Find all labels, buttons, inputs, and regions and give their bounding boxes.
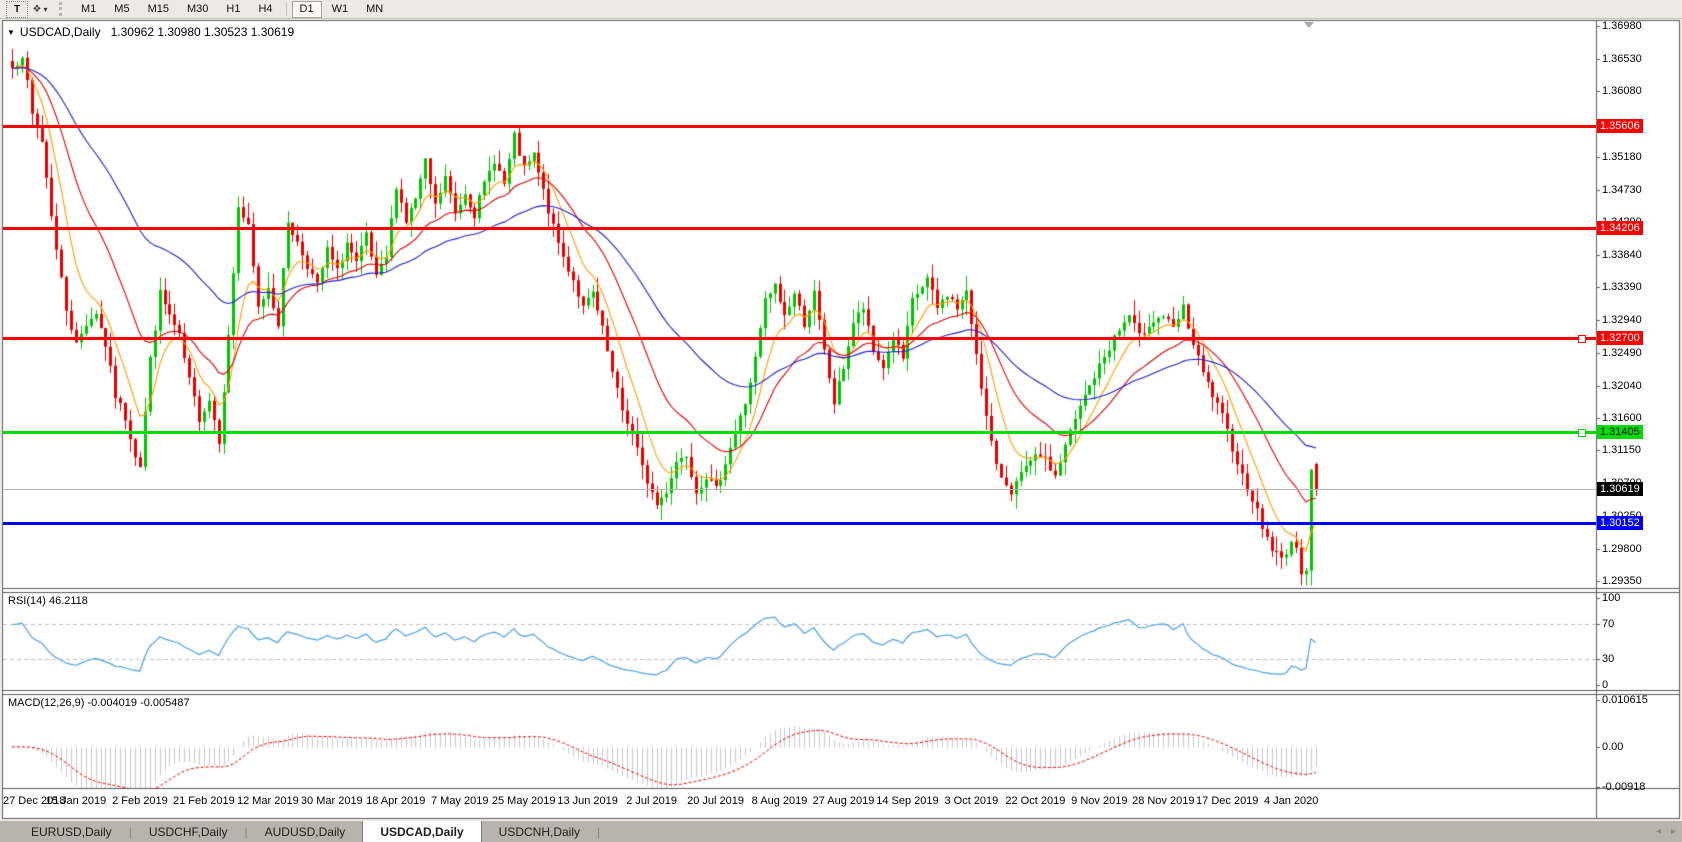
- level-line-handle[interactable]: [1578, 428, 1586, 437]
- price-tick-label: 1.32040: [1602, 379, 1642, 392]
- price-tick-label: 1.29350: [1602, 575, 1642, 588]
- date-axis-label: 4 Jan 2020: [1263, 795, 1319, 807]
- price-tick-label: 1.34730: [1602, 183, 1642, 196]
- rsi-axis-label: 30: [1602, 652, 1615, 665]
- level-price-label: 1.31405: [1597, 424, 1643, 439]
- date-axis-label: 22 Oct 2019: [1005, 795, 1066, 807]
- date-axis-label: 18 Apr 2019: [366, 795, 426, 807]
- date-axis-label: 2 Jul 2019: [626, 795, 677, 807]
- price-tick-label: 1.29800: [1602, 542, 1642, 555]
- tab-usdcnh[interactable]: USDCNH,Daily: [482, 821, 597, 842]
- macd-indicator-label: MACD(12,26,9) -0.004019 -0.005487: [8, 697, 190, 709]
- tab-audusd[interactable]: AUDUSD,Daily: [248, 821, 363, 842]
- level-price-label: 1.34206: [1597, 220, 1643, 235]
- chart-title: ▼ USDCAD,Daily 1.30962 1.30980 1.30523 1.3…: [7, 25, 294, 39]
- date-axis-label: 21 Feb 2019: [172, 795, 235, 807]
- price-tick-label: 1.33390: [1602, 281, 1642, 294]
- level-price-label: 1.32700: [1597, 330, 1643, 345]
- tab-separator: |: [597, 824, 601, 839]
- level-price-label: 1.30152: [1597, 515, 1643, 530]
- rsi-axis-label: 0: [1602, 679, 1609, 691]
- date-axis-label: 2 Feb 2019: [112, 795, 168, 807]
- date-axis-label: 15 Jan 2019: [45, 795, 107, 807]
- tab-eurusd[interactable]: EURUSD,Daily: [14, 821, 129, 842]
- chart-symbol: USDCAD,Daily: [19, 25, 101, 39]
- trading-platform-screen: T ❖ ▾ M1M5M15M30H1H4D1W1MN ▼USDCAD,Daily…: [0, 0, 1682, 842]
- level-line-handle[interactable]: [1578, 334, 1586, 343]
- horizontal-level-line[interactable]: [3, 125, 1596, 128]
- level-price-label: 1.35606: [1597, 119, 1643, 133]
- date-axis-label: 27 Aug 2019: [812, 795, 875, 807]
- date-axis-label: 12 Mar 2019: [236, 795, 299, 807]
- horizontal-level-line[interactable]: [3, 336, 1596, 340]
- rsi-axis-label: 100: [1602, 592, 1621, 604]
- price-tick-label: 1.32940: [1602, 314, 1642, 327]
- price-tick-label: 1.36530: [1602, 52, 1642, 65]
- horizontal-level-line[interactable]: [3, 430, 1596, 434]
- tabs-scroll-left-icon[interactable]: ◂: [1656, 826, 1661, 837]
- macd-axis-label: -0.00918: [1602, 781, 1646, 794]
- price-tick-label: 1.33840: [1602, 248, 1642, 261]
- date-axis-label: 8 Aug 2019: [751, 795, 808, 807]
- date-axis-label: 28 Nov 2019: [1132, 795, 1195, 807]
- date-axis-label: 14 Sep 2019: [876, 795, 939, 807]
- date-axis-label: 17 Dec 2019: [1196, 795, 1259, 807]
- date-axis-label: 30 Mar 2019: [300, 795, 363, 807]
- chart-tabs-bar: EURUSD,Daily | USDCHF,Daily | AUDUSD,Daily US…: [0, 821, 1682, 842]
- current-price-label: 1.30619: [1597, 482, 1643, 496]
- chart-ohlc-values: 1.30962 1.30980 1.30523 1.30619: [110, 25, 295, 39]
- tab-usdcad[interactable]: USDCAD,Daily: [362, 821, 482, 842]
- chart-tabs: EURUSD,Daily | USDCHF,Daily | AUDUSD,Daily US…: [14, 821, 600, 842]
- date-axis-label: 13 Jun 2019: [557, 795, 618, 807]
- macd-axis-label: 0.010615: [1602, 694, 1648, 707]
- rsi-indicator-label: RSI(14) 46.2118: [8, 595, 88, 607]
- current-price-line: [3, 489, 1596, 490]
- price-tick-label: 1.31150: [1602, 444, 1641, 457]
- macd-axis-label: 0.00: [1602, 741, 1624, 753]
- rsi-axis-label: 70: [1602, 618, 1615, 631]
- chart-shift-marker[interactable]: [1304, 22, 1314, 28]
- date-axis-label: 7 May 2019: [430, 795, 489, 807]
- tabs-scroll-right-icon[interactable]: ▸: [1671, 826, 1676, 837]
- price-tick-label: 1.31600: [1602, 411, 1642, 424]
- price-tick-label: 1.36080: [1602, 85, 1642, 98]
- price-tick-label: 1.32490: [1602, 346, 1642, 359]
- date-axis-label: 25 May 2019: [491, 795, 556, 807]
- horizontal-level-line[interactable]: [3, 226, 1596, 230]
- tabs-scroll-arrows: ◂ ▸: [1656, 821, 1676, 842]
- date-axis-label: 3 Oct 2019: [944, 795, 999, 807]
- collapse-triangle-icon[interactable]: ▼: [7, 28, 15, 37]
- date-axis-label: 20 Jul 2019: [687, 795, 744, 807]
- tab-usdchf[interactable]: USDCHF,Daily: [132, 821, 245, 842]
- date-axis-label: 9 Nov 2019: [1071, 795, 1128, 807]
- price-tick-label: 1.36980: [1602, 19, 1642, 32]
- horizontal-level-line[interactable]: [3, 521, 1596, 525]
- price-tick-label: 1.35180: [1602, 151, 1642, 163]
